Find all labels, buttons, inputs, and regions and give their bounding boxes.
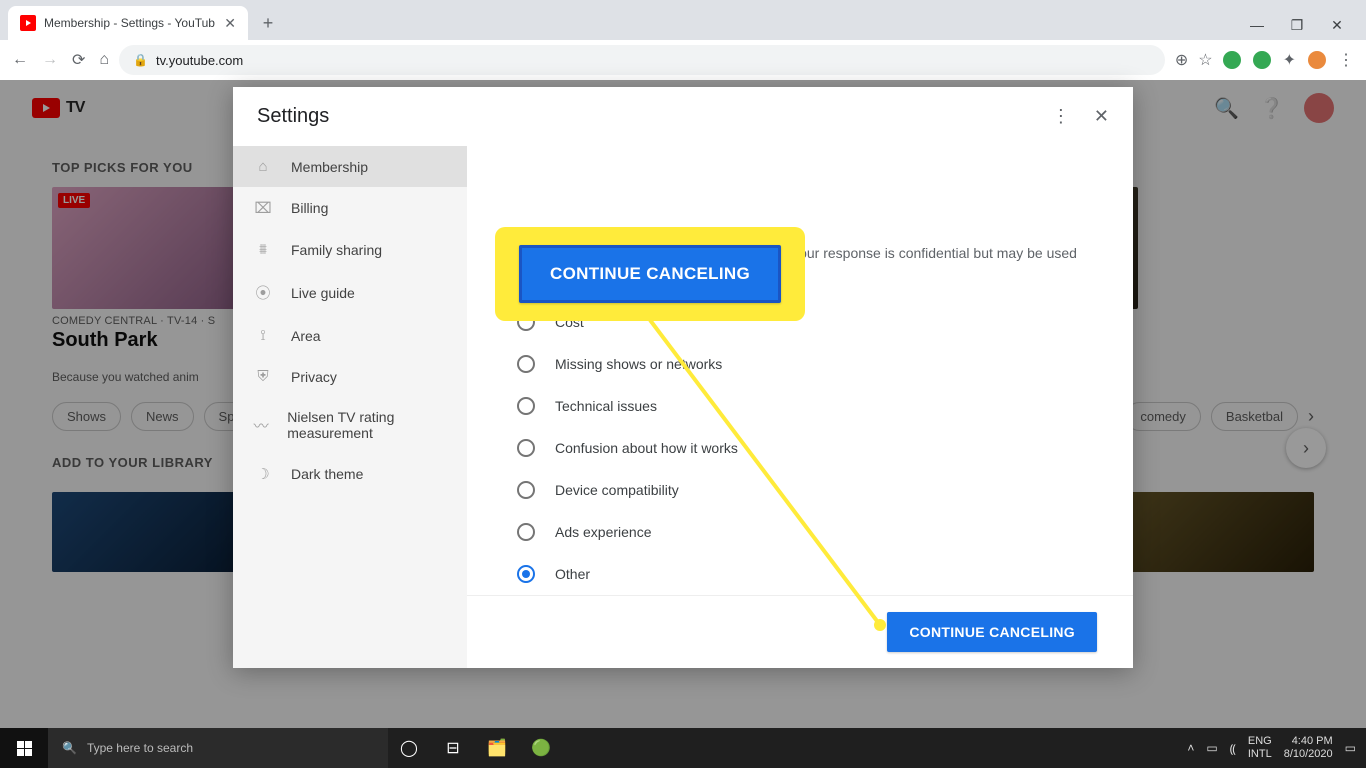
home-button[interactable]: ⌂ [99,51,109,69]
window-close-button[interactable]: ✕ [1322,17,1352,34]
extensions-menu-icon[interactable]: ✦ [1283,50,1296,70]
tray-chevron-icon[interactable]: ˄ [1187,741,1194,755]
sidebar-item-label: Privacy [291,369,337,385]
chrome-taskbar-icon[interactable]: 🟢 [520,728,562,768]
modal-title: Settings [257,105,1052,128]
sidebar-icon: ⩩ [253,241,273,258]
extension-icon-2[interactable] [1253,51,1271,69]
clock[interactable]: 4:40 PM8/10/2020 [1284,735,1333,761]
browser-toolbar: ← → ⟳ ⌂ 🔒 tv.youtube.com ⊕ ☆ ✦ ⋮ [0,40,1366,80]
search-placeholder: Type here to search [87,741,193,755]
page-viewport: TV LIBRARY HOME LIVE 🔍 ❔ TOP PICKS FOR Y… [0,80,1366,768]
profile-avatar[interactable] [1308,51,1326,69]
window-controls: — ❐ ✕ [1242,17,1358,40]
settings-modal: Settings ⋮ ✕ ⌂ Membership ⌧ Billing ⩩ Family … [233,87,1133,668]
sidebar-item-privacy[interactable]: ⛨ Privacy [233,356,467,397]
chrome-menu-icon[interactable]: ⋮ [1338,50,1354,70]
cortana-icon[interactable]: ◯ [388,728,430,768]
settings-pane: Please choose the reason you're cancelin… [467,146,1133,668]
cancel-reason-option[interactable]: Device compatibility [517,469,1083,511]
battery-icon[interactable]: ▭ [1206,741,1217,755]
sidebar-item-live-guide[interactable]: ⦿ Live guide [233,270,467,315]
settings-sidebar: ⌂ Membership ⌧ Billing ⩩ Family sharing ⦿ Live … [233,146,467,668]
modal-footer: CONTINUE CANCELING [467,595,1133,668]
browser-tabstrip: Membership - Settings - YouTub ✕ + — ❐ ✕ [0,0,1366,40]
bookmark-star-icon[interactable]: ☆ [1198,50,1212,70]
sidebar-item-membership[interactable]: ⌂ Membership [233,146,467,187]
windows-taskbar: 🔍 Type here to search ◯ ⊟ 🗂️ 🟢 ˄ ▭ ⸨ ENG… [0,728,1366,768]
sidebar-icon: ⛨ [253,368,273,385]
language-indicator[interactable]: ENGINTL [1248,735,1272,761]
sidebar-item-nielsen-tv-rating-measurement[interactable]: 〰 Nielsen TV rating measurement [233,397,467,453]
radio-icon [517,565,535,583]
browser-window: Membership - Settings - YouTub ✕ + — ❐ ✕… [0,0,1366,768]
sidebar-item-label: Area [291,328,321,344]
cancel-reason-option[interactable]: Technical issues [517,385,1083,427]
reason-label: Device compatibility [555,482,679,498]
cancel-reason-option[interactable]: Ads experience [517,511,1083,553]
search-icon: 🔍 [62,741,77,755]
reason-label: Confusion about how it works [555,440,738,456]
modal-header: Settings ⋮ ✕ [233,87,1133,146]
sidebar-item-dark-theme[interactable]: ☽ Dark theme [233,453,467,495]
sidebar-item-label: Membership [291,159,368,175]
lock-icon: 🔒 [133,53,148,67]
browser-tab[interactable]: Membership - Settings - YouTub ✕ [8,6,248,40]
sidebar-icon: ⦿ [253,282,273,303]
forward-button[interactable]: → [42,51,58,69]
sidebar-item-area[interactable]: ⟟ Area [233,315,467,356]
radio-icon [517,481,535,499]
task-view-icon[interactable]: ⊟ [432,728,474,768]
reload-button[interactable]: ⟳ [72,50,85,70]
file-explorer-icon[interactable]: 🗂️ [476,728,518,768]
annotation-highlight: CONTINUE CANCELING [495,227,805,321]
sidebar-icon: ⌂ [253,158,273,175]
back-button[interactable]: ← [12,51,28,69]
sidebar-icon: ⌧ [253,199,273,217]
cancel-reason-option[interactable]: Other [517,553,1083,595]
sidebar-icon: ☽ [253,465,273,483]
wifi-icon[interactable]: ⸨ [1230,740,1236,757]
modal-more-icon[interactable]: ⋮ [1052,106,1070,127]
sidebar-item-label: Billing [291,200,328,216]
radio-icon [517,355,535,373]
sidebar-item-billing[interactable]: ⌧ Billing [233,187,467,229]
sidebar-item-label: Live guide [291,285,355,301]
reason-label: Ads experience [555,524,652,540]
reason-label: Technical issues [555,398,657,414]
highlighted-continue-canceling-button[interactable]: CONTINUE CANCELING [519,245,781,303]
system-tray: ˄ ▭ ⸨ ENGINTL 4:40 PM8/10/2020 ▭ [1177,735,1366,761]
radio-icon [517,439,535,457]
sidebar-item-label: Family sharing [291,242,382,258]
window-minimize-button[interactable]: — [1242,17,1272,34]
window-maximize-button[interactable]: ❐ [1282,17,1312,34]
continue-canceling-button[interactable]: CONTINUE CANCELING [887,612,1097,652]
add-to-reading-list-icon[interactable]: ⊕ [1175,50,1188,70]
tab-close-icon[interactable]: ✕ [224,15,236,32]
reason-label: Missing shows or networks [555,356,722,372]
sidebar-item-label: Nielsen TV rating measurement [287,409,447,441]
notifications-icon[interactable]: ▭ [1345,741,1356,755]
modal-close-icon[interactable]: ✕ [1094,106,1109,127]
taskbar-pinned: ◯ ⊟ 🗂️ 🟢 [388,728,562,768]
cancel-reasons-panel[interactable]: Please choose the reason you're cancelin… [467,146,1133,595]
sidebar-item-family-sharing[interactable]: ⩩ Family sharing [233,229,467,270]
youtube-favicon [20,15,36,31]
extensions-area: ✦ ⋮ [1223,50,1354,70]
start-button[interactable] [0,728,48,768]
sidebar-icon: 〰 [253,415,269,436]
sidebar-icon: ⟟ [253,327,273,344]
cancel-reason-option[interactable]: Missing shows or networks [517,343,1083,385]
radio-icon [517,397,535,415]
address-bar[interactable]: 🔒 tv.youtube.com [119,45,1165,75]
url-text: tv.youtube.com [156,53,243,68]
sidebar-item-label: Dark theme [291,466,363,482]
taskbar-search[interactable]: 🔍 Type here to search [48,728,388,768]
radio-icon [517,523,535,541]
reason-label: Other [555,566,590,582]
extension-icon-1[interactable] [1223,51,1241,69]
cancel-reason-option[interactable]: Confusion about how it works [517,427,1083,469]
new-tab-button[interactable]: + [254,9,282,37]
tab-title: Membership - Settings - YouTub [44,16,216,30]
